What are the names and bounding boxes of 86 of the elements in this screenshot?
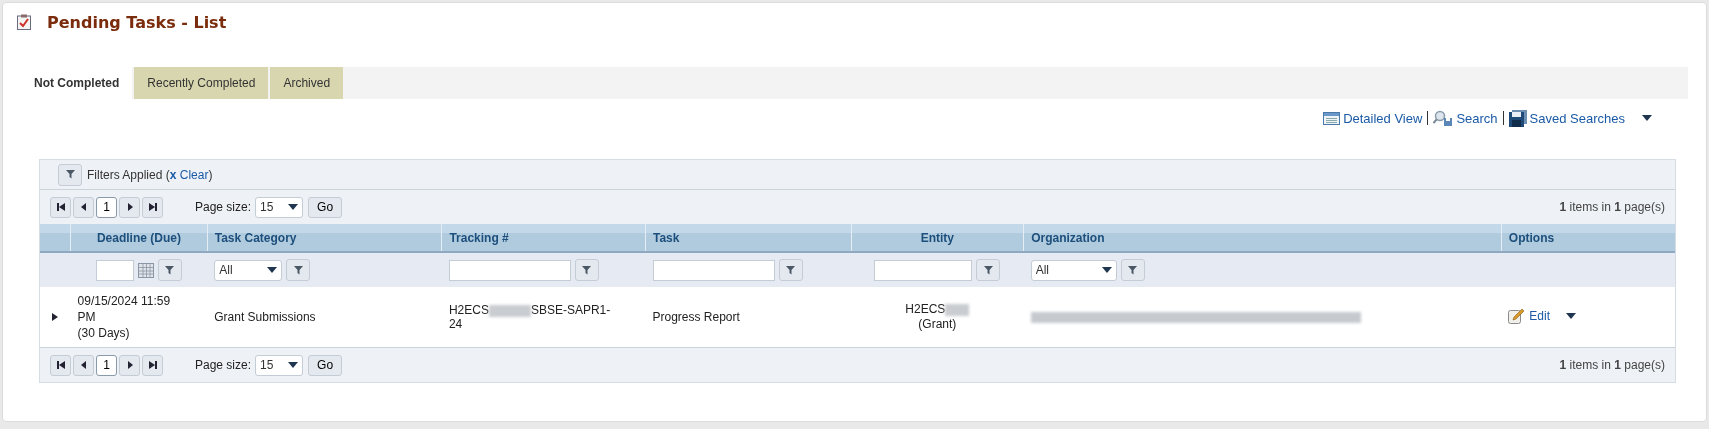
tracking-number: SBSE-SAPR1-: [530, 303, 611, 317]
page-number-button[interactable]: 1: [96, 354, 117, 376]
column-header[interactable]: Task: [645, 224, 852, 252]
previous-page-button[interactable]: [73, 354, 94, 376]
search-icon: [1433, 110, 1454, 126]
previous-page-button[interactable]: [73, 196, 94, 218]
previous-icon: [79, 203, 88, 211]
caret-icon[interactable]: [288, 204, 299, 210]
column-header[interactable]: Deadline (Due): [70, 224, 208, 252]
caret-icon[interactable]: [267, 267, 278, 273]
column-header[interactable]: Organization: [1023, 224, 1502, 252]
pager-summary: 1 items in 1 page(s): [1559, 200, 1665, 214]
page-number-button[interactable]: 1: [96, 196, 117, 218]
filter-icon: [64, 169, 76, 180]
tab[interactable]: Archived: [270, 67, 344, 99]
filter-icon: [785, 264, 796, 276]
expand-icon[interactable]: [51, 313, 60, 321]
go-button[interactable]: Go: [308, 196, 343, 218]
clear-link[interactable]: x Clear: [169, 167, 209, 182]
filter-button[interactable]: [157, 259, 182, 281]
filter-icon: [292, 264, 304, 276]
days-remaining-text: (30 Days): [77, 325, 130, 341]
first-page-button[interactable]: [50, 354, 71, 376]
page-size-label: Page size:: [195, 358, 252, 372]
filter-button[interactable]: [778, 259, 803, 281]
column-header[interactable]: Task Category: [207, 224, 442, 252]
toolbar-link[interactable]: Detailed View: [1343, 110, 1423, 126]
filter-button[interactable]: [574, 259, 599, 281]
list-view-icon: [1323, 111, 1341, 125]
last-page-button[interactable]: [142, 196, 163, 218]
tab[interactable]: Recently Completed: [134, 67, 269, 99]
go-button[interactable]: Go: [308, 354, 343, 376]
toolbar-link[interactable]: Search: [1456, 110, 1498, 126]
filter-button[interactable]: [976, 259, 1001, 281]
redacted-blur: [945, 303, 970, 316]
filter-clear-button[interactable]: [58, 163, 82, 186]
column-header[interactable]: Options: [1501, 224, 1675, 252]
tab[interactable]: Not Completed: [21, 67, 133, 99]
edit-icon: [1508, 307, 1526, 324]
next-page-button[interactable]: [119, 196, 140, 218]
caret-icon[interactable]: [1566, 312, 1576, 319]
entity-type-text: (Grant): [918, 316, 957, 332]
filter-icon: [164, 264, 176, 276]
next-page-button[interactable]: [119, 354, 140, 376]
deadline-text: 09/15/2024 11:59 PM: [77, 293, 172, 325]
next-icon: [125, 203, 134, 211]
first-page-icon: [56, 361, 65, 369]
filter-icon: [1127, 264, 1139, 276]
page-size-label: Page size:: [195, 200, 252, 214]
date-field[interactable]: [95, 259, 134, 281]
column-header[interactable]: Tracking #: [441, 224, 646, 252]
toolbar-link[interactable]: Saved Searches: [1529, 110, 1625, 126]
caret-icon[interactable]: [1101, 267, 1112, 273]
entity-text: H2ECS: [905, 302, 946, 316]
table-cell: Progress Report: [652, 309, 740, 325]
page-title: Pending Tasks - List: [47, 12, 227, 32]
redacted-blur: [488, 304, 531, 317]
filters-applied-text: Filters Applied (x Clear): [87, 167, 213, 182]
tracking-number: 24: [448, 317, 463, 331]
page-size-select[interactable]: 15: [255, 354, 304, 376]
column-header[interactable]: Entity: [851, 224, 1024, 252]
last-page-button[interactable]: [142, 354, 163, 376]
filter-icon: [982, 264, 994, 276]
filter-select[interactable]: All: [1030, 259, 1117, 281]
filter-field[interactable]: [652, 259, 775, 281]
table-cell: Grant Submissions: [214, 309, 316, 325]
page-size-select[interactable]: 15: [255, 196, 304, 218]
last-page-icon: [148, 203, 157, 211]
previous-icon: [79, 361, 88, 369]
caret-icon[interactable]: [288, 362, 299, 368]
tracking-number: H2ECS: [448, 303, 489, 317]
next-icon: [125, 361, 134, 369]
filter-button[interactable]: [286, 259, 311, 281]
clipboard-icon: [17, 14, 31, 30]
first-page-icon: [56, 203, 65, 211]
save-icon: [1508, 109, 1527, 127]
filter-button[interactable]: [1120, 259, 1145, 281]
pager-summary: 1 items in 1 page(s): [1559, 358, 1665, 372]
last-page-icon: [148, 361, 157, 369]
edit-link[interactable]: Edit: [1529, 308, 1550, 323]
filter-select[interactable]: All: [214, 259, 283, 281]
filter-field[interactable]: [448, 259, 571, 281]
first-page-button[interactable]: [50, 196, 71, 218]
filter-field[interactable]: [874, 259, 973, 281]
caret-icon[interactable]: [1642, 115, 1652, 121]
filter-icon: [581, 264, 593, 276]
